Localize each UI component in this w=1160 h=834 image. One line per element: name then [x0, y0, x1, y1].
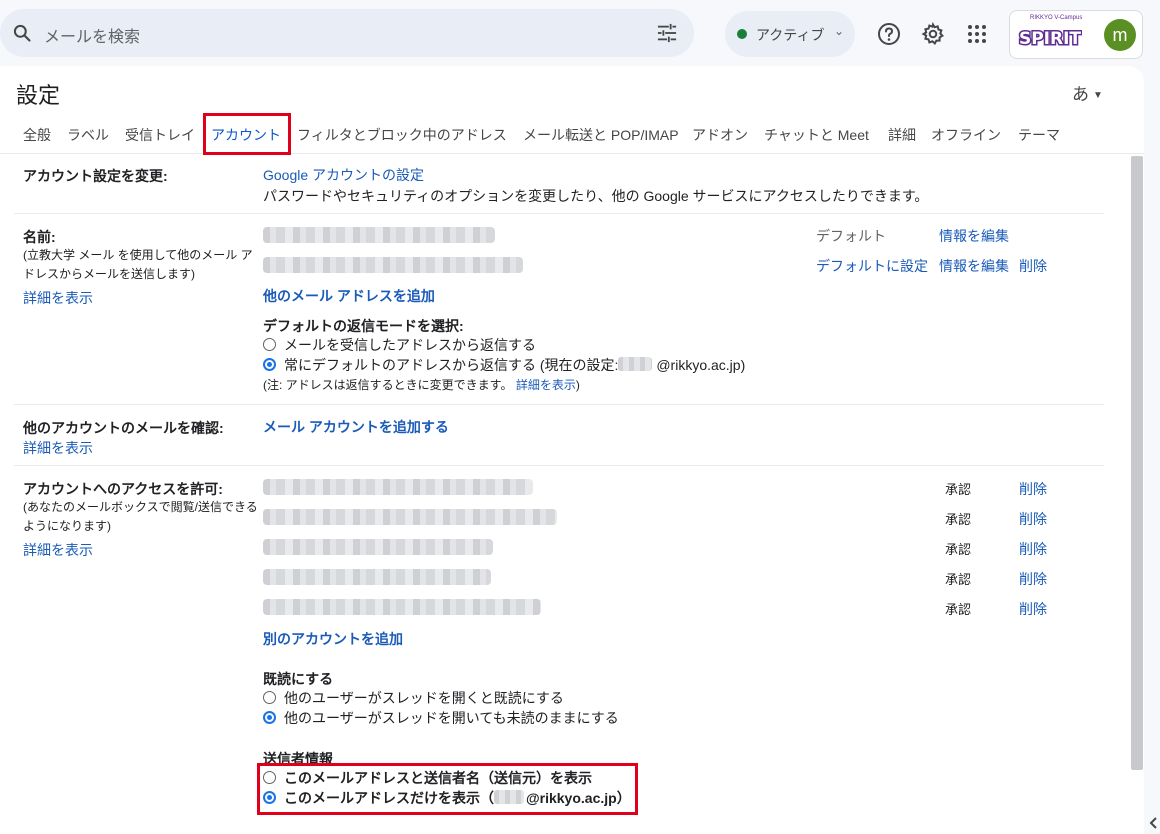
edit-info-link[interactable]: 情報を編集	[939, 226, 1009, 246]
grant-access-details-link[interactable]: 詳細を表示	[23, 540, 93, 560]
delegate-status: 承認	[945, 512, 972, 527]
reply-note-details-link[interactable]: 詳細を表示	[516, 378, 576, 392]
gear-icon[interactable]	[921, 22, 945, 46]
reply-note-text: (注: アドレスは返信するときに変更できます。	[263, 378, 513, 392]
redacted-address	[263, 227, 495, 243]
tab-themes[interactable]: テーマ	[1018, 125, 1060, 145]
account-settings-label: アカウント設定を変更:	[23, 168, 168, 184]
grant-access-note-line1: (あなたのメールボックスで閲覧/送信できる	[23, 500, 258, 514]
redacted-address	[263, 257, 523, 273]
tab-addons[interactable]: アドオン	[692, 125, 748, 145]
mark-read-option2-label: 他のユーザーがスレッドを開いても未読のままにする	[284, 710, 619, 726]
chevron-left-icon[interactable]	[1147, 812, 1160, 834]
search-icon[interactable]	[12, 23, 32, 43]
tab-offline[interactable]: オフライン	[931, 125, 1001, 145]
mark-read-radio[interactable]	[263, 691, 276, 704]
delegate-delete-link[interactable]: 削除	[1019, 479, 1047, 499]
name-note-line2: ドレスからメールを送信します)	[23, 267, 195, 281]
reply-note: (注: アドレスは返信するときに変更できます。 詳細を表示)	[263, 376, 580, 393]
delegate-delete-link[interactable]: 削除	[1019, 539, 1047, 559]
brand-subtitle: RIKKYO V-Campus	[1030, 15, 1083, 21]
add-another-account-link[interactable]: 別のアカウントを追加	[263, 629, 403, 649]
page-title: 設定	[16, 83, 61, 108]
sender-info-highlight	[257, 763, 638, 815]
caret-down-icon: ▼	[1093, 90, 1103, 102]
tab-filters[interactable]: フィルタとブロック中のアドレス	[297, 125, 507, 145]
tab-labels[interactable]: ラベル	[67, 125, 109, 145]
input-tools-button[interactable]: あ ▼	[1072, 80, 1103, 105]
settings-content: アカウント設定を変更: Google アカウントの設定 パスワードやセキュリティ…	[0, 154, 1130, 834]
reply-option2-domain: @rikkyo.ac.jp)	[656, 357, 746, 373]
tab-chat-meet[interactable]: チャットと Meet	[764, 125, 869, 145]
tab-advanced[interactable]: 詳細	[888, 125, 916, 145]
search-input[interactable]: メールを検索	[44, 23, 140, 47]
avatar[interactable]: m	[1104, 19, 1136, 51]
redacted-username	[618, 357, 652, 371]
set-default-link[interactable]: デフォルトに設定	[816, 256, 928, 276]
delegate-status: 承認	[945, 602, 972, 617]
edit-info-link[interactable]: 情報を編集	[939, 256, 1009, 276]
spirit-logo: SPIRIT	[1018, 28, 1082, 50]
delegate-status: 承認	[945, 482, 972, 497]
help-icon[interactable]	[877, 22, 901, 46]
name-label: 名前:	[23, 229, 56, 245]
name-note-line1: (立教大学 メール を使用して他のメール ア	[23, 248, 253, 262]
reply-note-end: )	[575, 378, 580, 392]
check-mail-label: 他のアカウントのメールを確認:	[23, 420, 224, 436]
divider	[14, 213, 1104, 214]
tune-icon[interactable]	[656, 23, 678, 43]
accounts-tab-highlight	[203, 113, 291, 155]
name-details-link[interactable]: 詳細を表示	[23, 288, 93, 308]
default-status: デフォルト	[816, 228, 886, 244]
redacted-delegate	[263, 509, 557, 525]
input-tools-label: あ	[1072, 85, 1089, 104]
svg-text:SPIRIT: SPIRIT	[1019, 29, 1081, 49]
reply-from-default-radio[interactable]	[263, 358, 276, 371]
redacted-delegate	[263, 569, 491, 585]
status-label: アクティブ	[756, 27, 825, 43]
search-bar[interactable]: メールを検索	[0, 9, 694, 57]
reply-from-received-radio[interactable]	[263, 338, 276, 351]
reply-option2-text: 常にデフォルトのアドレスから返信する (現在の設定:	[284, 357, 623, 373]
settings-card: 設定 あ ▼ 全般 ラベル 受信トレイ アカウント フィルタとブロック中のアドレス…	[0, 66, 1144, 834]
redacted-delegate	[263, 479, 533, 495]
delete-link[interactable]: 削除	[1019, 256, 1047, 276]
add-mail-account-link[interactable]: メール アカウントを追加する	[263, 417, 449, 437]
status-dot	[737, 29, 747, 39]
redacted-delegate	[263, 539, 493, 555]
mark-read-title: 既読にする	[263, 671, 334, 687]
delegate-delete-link[interactable]: 削除	[1019, 599, 1047, 619]
google-account-link[interactable]: Google アカウントの設定	[263, 165, 424, 185]
chevron-down-icon: ⌄	[834, 24, 845, 38]
divider	[14, 404, 1104, 405]
add-email-address-link[interactable]: 他のメール アドレスを追加	[263, 286, 435, 306]
delegate-status: 承認	[945, 572, 972, 587]
reply-option1-label: メールを受信したアドレスから返信する	[284, 337, 536, 353]
delegate-delete-link[interactable]: 削除	[1019, 509, 1047, 529]
grant-access-label: アカウントへのアクセスを許可:	[23, 481, 223, 497]
grant-access-note-line2: ようになります)	[23, 519, 111, 533]
redacted-delegate	[263, 599, 541, 615]
delegate-delete-link[interactable]: 削除	[1019, 569, 1047, 589]
status-selector[interactable]: アクティブ ⌄	[725, 11, 855, 57]
check-mail-details-link[interactable]: 詳細を表示	[23, 438, 93, 458]
tab-forwarding[interactable]: メール転送と POP/IMAP	[523, 125, 679, 145]
tab-general[interactable]: 全般	[23, 125, 51, 145]
tab-inbox[interactable]: 受信トレイ	[125, 125, 195, 145]
divider	[14, 465, 1104, 466]
reply-mode-title: デフォルトの返信モードを選択:	[263, 318, 464, 334]
scrollbar-thumb[interactable]	[1131, 156, 1143, 770]
keep-unread-radio[interactable]	[263, 711, 276, 724]
account-settings-description: パスワードやセキュリティのオプションを変更したり、他の Google サービスに…	[263, 188, 929, 204]
mark-read-option1-label: 他のユーザーがスレッドを開くと既読にする	[284, 690, 564, 706]
account-brand[interactable]: RIKKYO V-Campus SPIRIT m	[1009, 10, 1143, 59]
delegate-status: 承認	[945, 542, 972, 557]
apps-icon[interactable]	[965, 22, 989, 46]
settings-tabs: 全般 ラベル 受信トレイ アカウント フィルタとブロック中のアドレス メール転送…	[0, 120, 1144, 154]
reply-option2-label: 常にデフォルトのアドレスから返信する (現在の設定: @rikkyo.ac.jp…	[284, 355, 745, 375]
